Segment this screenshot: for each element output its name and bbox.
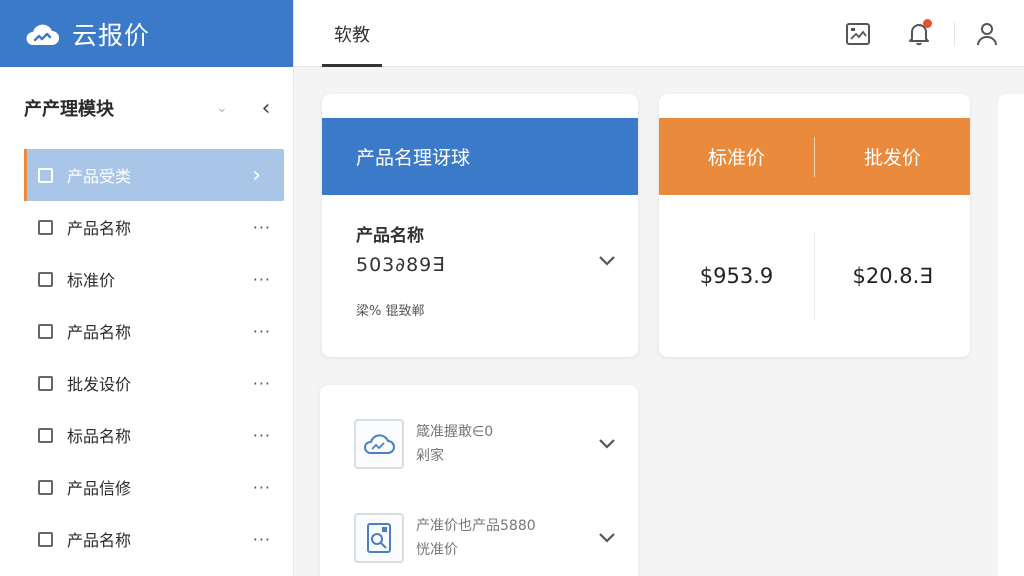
sidebar-item[interactable]: 产品名称 ··· [0, 305, 293, 357]
module-title: 产产理模块 [24, 99, 114, 120]
more-icon[interactable]: ··· [253, 374, 271, 393]
more-icon[interactable]: ··· [253, 270, 271, 289]
sidebar-item[interactable]: 批发设价 ··· [0, 357, 293, 409]
chevron-down-icon[interactable] [598, 532, 616, 544]
sidebar-item-product-category[interactable]: 产品受类 › [24, 149, 284, 201]
right-panel-edge [998, 94, 1024, 576]
sidebar-item[interactable]: 标品名称 ··· [0, 409, 293, 461]
app-title: 云报价 [72, 20, 151, 50]
more-icon[interactable]: ··· [253, 530, 271, 549]
sidebar-item-label: 标准价 [67, 271, 116, 290]
sidebar-item[interactable]: 标准价 ··· [0, 253, 293, 305]
sidebar-item-label: 产品信修 [67, 479, 132, 498]
sidebar-item-label: 批发设价 [67, 375, 132, 394]
tab-active[interactable]: 软教 [322, 0, 382, 67]
standard-price-header: 标准价 [707, 147, 765, 169]
chevron-down-icon[interactable] [598, 438, 616, 450]
app-brand[interactable]: 云报价 [0, 0, 293, 67]
product-card: 产品名理讶球 产品名称 503∂89∃ 梁% 锟致郸 [322, 94, 638, 357]
collapse-sidebar-icon[interactable]: ‹ [255, 96, 277, 121]
sidebar-item-label: 产品名称 [67, 219, 132, 238]
chevron-down-icon[interactable]: ⌄ [211, 97, 233, 119]
product-field-value: 503∂89∃ [356, 254, 446, 276]
top-bar: 软教 [294, 0, 1024, 67]
sidebar-item-label: 标品名称 [67, 427, 132, 446]
wholesale-price-value: $20.8.∃ [852, 264, 933, 288]
image-icon[interactable] [843, 19, 873, 49]
checkbox[interactable] [38, 531, 53, 547]
sidebar-item-label: 产品名称 [67, 531, 132, 550]
module-header: 产产理模块 ⌄ ‹ [0, 67, 293, 149]
notification-badge [923, 19, 932, 28]
bell-icon[interactable] [904, 19, 934, 49]
list-card: 箴准握敢∈0 剁家 产准价也产品5880 恍准价 [320, 385, 638, 576]
checkbox[interactable] [38, 375, 53, 391]
user-icon[interactable] [972, 19, 1002, 49]
sidebar-item[interactable]: 产品名称 ··· [0, 201, 293, 253]
standard-price-value: $953.9 [699, 264, 774, 288]
checkbox[interactable] [38, 167, 53, 183]
more-icon[interactable]: ··· [253, 218, 271, 237]
cloud-logo-icon [26, 24, 59, 45]
price-card-body: $953.9 $20.8.∃ [659, 195, 970, 357]
list-item[interactable]: 箴准握敢∈0 剁家 [320, 409, 638, 479]
more-icon[interactable]: ··· [253, 322, 271, 341]
product-field-label: 产品名称 [356, 226, 424, 246]
checkbox[interactable] [38, 323, 53, 339]
sidebar: 云报价 产产理模块 ⌄ ‹ 产品受类 › 产品名称 ··· 标准价 ··· 产品… [0, 0, 294, 576]
product-card-header: 产品名理讶球 [322, 118, 638, 195]
more-icon[interactable]: ··· [253, 426, 271, 445]
divider [954, 22, 955, 46]
wholesale-price-header: 批发价 [863, 147, 921, 169]
chevron-down-icon[interactable] [598, 255, 616, 267]
product-sub-text: 梁% 锟致郸 [356, 304, 425, 319]
more-icon[interactable]: ··· [253, 478, 271, 497]
product-card-body[interactable]: 产品名称 503∂89∃ 梁% 锟致郸 [322, 195, 638, 319]
price-card-header: 标准价 批发价 [659, 118, 970, 195]
chevron-right-icon[interactable]: › [252, 163, 262, 188]
sidebar-item-label: 产品名称 [67, 323, 132, 342]
list-item[interactable]: 产准价也产品5880 恍准价 [320, 503, 638, 573]
checkbox[interactable] [38, 479, 53, 495]
sidebar-item[interactable]: 产品名称 ··· [0, 513, 293, 565]
sidebar-item-label: 产品受类 [67, 167, 132, 186]
checkbox[interactable] [38, 219, 53, 235]
checkbox[interactable] [38, 271, 53, 287]
checkbox[interactable] [38, 427, 53, 443]
price-card: 标准价 批发价 $953.9 $20.8.∃ [659, 94, 970, 357]
sidebar-item[interactable]: 产品信修 ··· [0, 461, 293, 513]
document-icon [354, 513, 404, 563]
cloud-icon [354, 419, 404, 469]
sidebar-nav: 产品受类 › 产品名称 ··· 标准价 ··· 产品名称 ··· 批发设价 ··… [0, 149, 293, 565]
